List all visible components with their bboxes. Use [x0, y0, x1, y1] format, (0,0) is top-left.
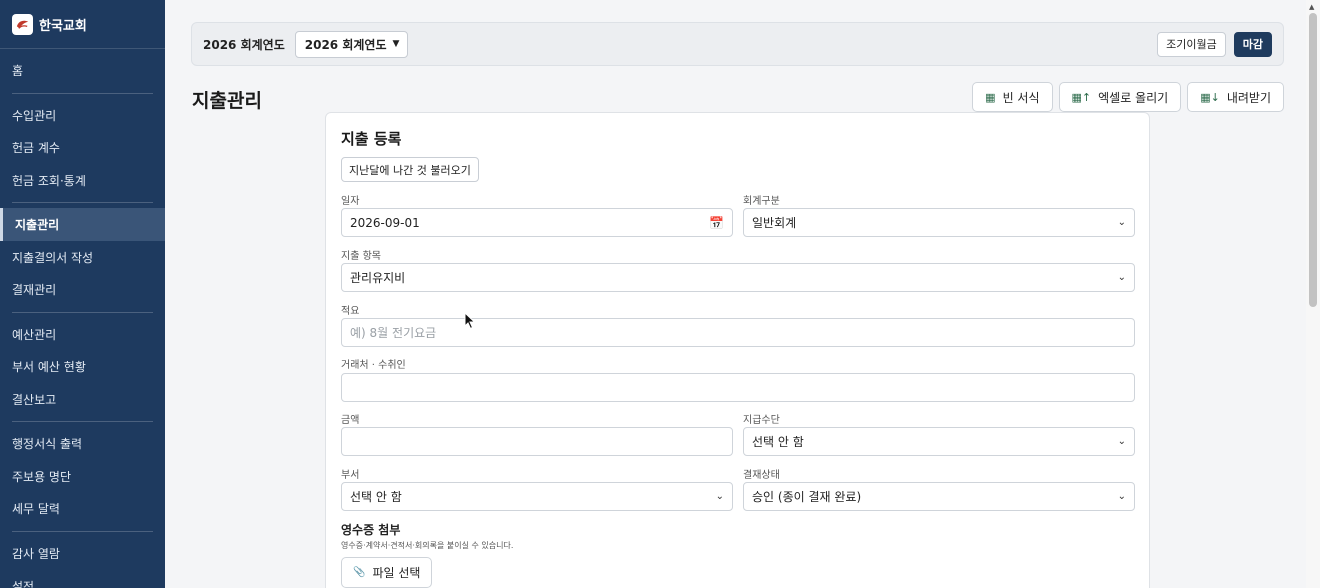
download-label: 내려받기	[1226, 90, 1271, 105]
chevron-down-icon: ⌄	[1117, 272, 1126, 283]
fiscal-year-select-value: 2026 회계연도	[304, 37, 387, 52]
expense-item-select[interactable]: 관리유지비 ⌄	[341, 263, 1135, 292]
scroll-thumb[interactable]	[1309, 13, 1317, 307]
department-select[interactable]: 선택 안 함 ⌄	[341, 482, 733, 511]
calendar-icon[interactable]: 📅	[709, 216, 724, 230]
memo-label: 적요	[341, 306, 360, 317]
form-title: 지출 등록	[341, 130, 402, 148]
page-title: 지출관리	[192, 90, 262, 112]
payee-input[interactable]	[341, 373, 1135, 402]
payee-label: 거래처 · 수취인	[341, 360, 406, 371]
sidebar-item-approval[interactable]: 결재관리	[0, 273, 165, 306]
department-value: 선택 안 함	[350, 490, 402, 504]
chevron-down-icon: ⌄	[1117, 217, 1126, 228]
item-label: 지출 항목	[341, 251, 381, 262]
expense-form-card: 지출 등록 지난달에 나간 것 불러오기 일자 2026-09-01 📅 회계구…	[325, 112, 1150, 588]
sidebar-divider	[12, 202, 153, 203]
chevron-down-icon: ⌄	[1117, 491, 1126, 502]
file-select-button[interactable]: 📎 파일 선택	[341, 557, 433, 588]
sidebar-divider	[12, 312, 153, 313]
toolbar-actions: ▦ 빈 서식 ▦↑ 엑셀로 올리기 ▦↓ 내려받기	[972, 82, 1284, 112]
mouse-cursor-icon	[464, 312, 476, 330]
chevron-down-icon: ⌄	[1117, 436, 1126, 447]
approval-status-select[interactable]: 승인 (종이 결재 완료) ⌄	[743, 482, 1135, 511]
blank-form-label: 빈 서식	[1002, 90, 1040, 105]
sidebar-item-dept-budget[interactable]: 부서 예산 현황	[0, 350, 165, 383]
account-value: 일반회계	[752, 216, 797, 230]
fiscal-year-label: 2026 회계연도	[203, 37, 285, 52]
account-select[interactable]: 일반회계 ⌄	[743, 208, 1135, 237]
scroll-up-arrow-icon[interactable]: ▲	[1309, 3, 1314, 11]
sidebar-item-offering-count[interactable]: 헌금 계수	[0, 131, 165, 164]
sidebar-divider	[12, 93, 153, 94]
sidebar-divider	[12, 421, 153, 422]
sidebar-item-tax-calendar[interactable]: 세무 달력	[0, 492, 165, 525]
sidebar-item-expense[interactable]: 지출관리	[0, 208, 165, 241]
payment-method-value: 선택 안 함	[752, 435, 804, 449]
receipt-description: 영수증·계약서·견적서·회의록을 붙이실 수 있습니다.	[341, 541, 514, 550]
sidebar-item-audit[interactable]: 감사 열람	[0, 537, 165, 570]
sidebar-item-budget[interactable]: 예산관리	[0, 318, 165, 351]
amount-input[interactable]	[341, 427, 733, 456]
approval-status-label: 결재상태	[743, 470, 780, 481]
brand[interactable]: 한국교회	[0, 0, 165, 49]
approval-status-value: 승인 (종이 결재 완료)	[752, 490, 862, 504]
blank-form-button[interactable]: ▦ 빈 서식	[972, 82, 1053, 112]
excel-upload-label: 엑셀로 올리기	[1098, 90, 1169, 105]
sidebar-item-settlement[interactable]: 결산보고	[0, 383, 165, 416]
chevron-down-icon: ⌄	[715, 491, 724, 502]
early-carryover-button[interactable]: 조기이월금	[1157, 31, 1226, 57]
fiscal-year-bar: 2026 회계연도 2026 회계연도 ▼ 조기이월금 마감	[191, 22, 1284, 66]
memo-input[interactable]: 예) 8월 전기요금	[341, 318, 1135, 347]
page-scrollbar[interactable]: ▲	[1306, 0, 1320, 588]
grid-icon: ▦	[985, 90, 996, 104]
sidebar-item-home[interactable]: 홈	[0, 54, 165, 87]
date-value: 2026-09-01	[350, 215, 420, 230]
close-books-button[interactable]: 마감	[1233, 31, 1272, 57]
sidebar-item-income[interactable]: 수입관리	[0, 99, 165, 132]
excel-upload-button[interactable]: ▦↑ 엑셀로 올리기	[1058, 82, 1182, 112]
sidebar-item-bulletin-list[interactable]: 주보용 명단	[0, 460, 165, 493]
sidebar: 한국교회 홈 수입관리 헌금 계수 헌금 조회·통계 지출관리 지출결의서 작성…	[0, 0, 165, 588]
payment-method-select[interactable]: 선택 안 함 ⌄	[743, 427, 1135, 456]
excel-upload-icon: ▦↑	[1071, 90, 1092, 104]
church-logo-icon	[12, 13, 33, 35]
amount-label: 금액	[341, 415, 360, 426]
sidebar-item-offering-stats[interactable]: 헌금 조회·통계	[0, 164, 165, 197]
fiscal-year-select[interactable]: 2026 회계연도 ▼	[294, 30, 409, 58]
receipt-title: 영수증 첨부	[341, 523, 401, 537]
sidebar-divider	[12, 531, 153, 532]
excel-download-icon: ▦↓	[1200, 90, 1220, 104]
date-field[interactable]: 2026-09-01 📅	[341, 208, 733, 237]
date-label: 일자	[341, 196, 360, 207]
memo-placeholder: 예) 8월 전기요금	[350, 326, 437, 340]
payment-method-label: 지급수단	[743, 415, 780, 426]
chevron-down-icon: ▼	[392, 39, 400, 49]
brand-name: 한국교회	[39, 18, 87, 34]
download-button[interactable]: ▦↓ 내려받기	[1187, 82, 1284, 112]
sidebar-item-admin-forms[interactable]: 행정서식 출력	[0, 427, 165, 460]
expense-item-value: 관리유지비	[350, 271, 406, 285]
paperclip-icon: 📎	[353, 567, 366, 578]
sidebar-item-settings[interactable]: 설정	[0, 570, 165, 588]
department-label: 부서	[341, 470, 360, 481]
load-last-month-button[interactable]: 지난달에 나간 것 불러오기	[341, 157, 479, 182]
sidebar-item-expense-resolution[interactable]: 지출결의서 작성	[0, 241, 165, 274]
file-select-label: 파일 선택	[372, 566, 421, 580]
account-label: 회계구분	[743, 196, 780, 207]
